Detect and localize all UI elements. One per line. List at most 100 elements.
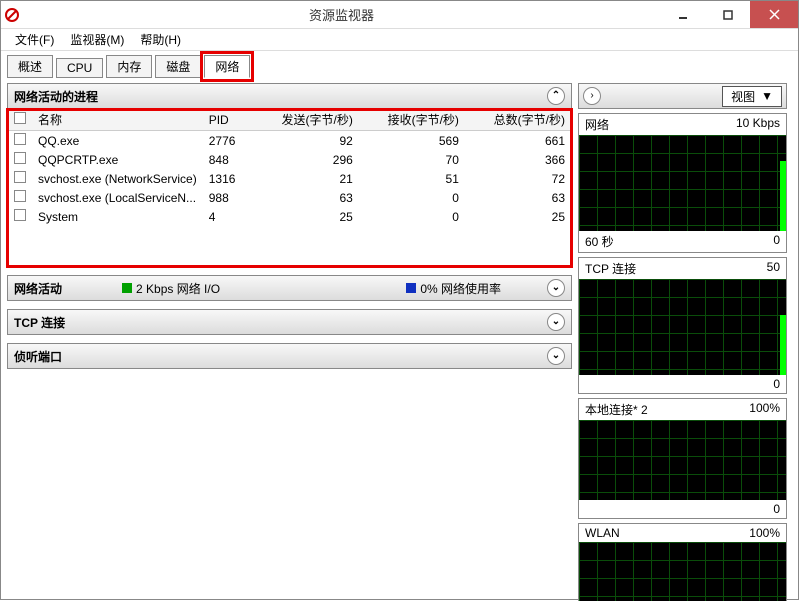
graph-scale: 50 [767,260,780,277]
cell-total: 25 [465,207,571,226]
graph-canvas [579,542,786,601]
cell-send: 63 [253,188,359,207]
row-checkbox[interactable] [14,171,26,183]
menu-monitor[interactable]: 监视器(M) [62,29,132,50]
graph-title: 网络 [585,116,609,133]
cell-recv: 569 [359,131,465,151]
graph-footer-right: 0 [773,377,780,391]
graph-title: 本地连接* 2 [585,401,648,418]
tab-row: 概述 CPU 内存 磁盘 网络 [1,53,798,77]
cell-send: 296 [253,150,359,169]
graph-footer-left: 60 秒 [585,233,614,250]
graph-footer-right: 0 [773,233,780,250]
graph-0: 网络 10 Kbps 60 秒 0 [578,113,787,253]
io-color-swatch [122,283,132,293]
collapse-toggle-processes[interactable]: ⌃ [547,87,565,105]
tab-disk[interactable]: 磁盘 [155,55,201,78]
cell-recv: 51 [359,169,465,188]
title-bar: 资源监视器 [1,1,798,29]
col-send[interactable]: 发送(字节/秒) [253,109,359,131]
table-row[interactable]: svchost.exe (LocalServiceN...98863063 [8,188,571,207]
tab-memory[interactable]: 内存 [106,55,152,78]
right-toolbar: › 视图 ▼ [578,83,787,109]
left-pane: 网络活动的进程 ⌃ 名称 PID 发送(字节/秒) 接收(字节/秒) 总数(字节 [1,77,578,601]
panel-processes: 网络活动的进程 ⌃ 名称 PID 发送(字节/秒) 接收(字节/秒) 总数(字节 [7,83,572,267]
graph-canvas [579,420,786,500]
graph-canvas [579,279,786,375]
cell-recv: 70 [359,150,465,169]
chevron-down-icon: ⌄ [552,283,560,293]
cell-total: 661 [465,131,571,151]
chevron-down-icon: ⌄ [552,317,560,327]
tab-overview[interactable]: 概述 [7,55,53,78]
cell-pid: 2776 [203,131,253,151]
panel-activity-title: 网络活动 [14,280,62,297]
panel-tcp: TCP 连接 ⌄ [7,309,572,335]
chevron-up-icon: ⌃ [552,91,560,101]
minimize-button[interactable] [660,1,705,28]
row-checkbox[interactable] [14,190,26,202]
panel-ports-header[interactable]: 侦听端口 ⌄ [7,343,572,369]
row-checkbox[interactable] [14,152,26,164]
graph-2: 本地连接* 2 100% 0 [578,398,787,519]
cell-name: System [32,207,203,226]
menu-help[interactable]: 帮助(H) [132,29,189,50]
checkbox-all[interactable] [14,112,26,124]
tab-cpu[interactable]: CPU [56,58,103,78]
table-row[interactable]: svchost.exe (NetworkService)1316215172 [8,169,571,188]
expand-toggle-ports[interactable]: ⌄ [547,347,565,365]
graph-3: WLAN 100% [578,523,787,601]
graph-1: TCP 连接500 [578,257,787,394]
graph-canvas [579,135,786,231]
table-row[interactable]: System425025 [8,207,571,226]
col-pid[interactable]: PID [203,109,253,131]
panel-tcp-title: TCP 连接 [14,314,65,331]
panel-activity: 网络活动 2 Kbps 网络 I/O 0% 网络使用率 ⌄ [7,275,572,301]
cell-pid: 1316 [203,169,253,188]
view-dropdown[interactable]: 视图 ▼ [722,86,782,107]
col-recv[interactable]: 接收(字节/秒) [359,109,465,131]
graph-scale: 100% [749,526,780,540]
cell-recv: 0 [359,188,465,207]
graph-footer-right: 0 [773,502,780,516]
table-row[interactable]: QQPCRTP.exe84829670366 [8,150,571,169]
cell-pid: 848 [203,150,253,169]
util-color-swatch [406,283,416,293]
process-table-container: 名称 PID 发送(字节/秒) 接收(字节/秒) 总数(字节/秒) QQ.exe… [7,109,572,267]
util-label: 0% 网络使用率 [420,280,501,297]
cell-send: 92 [253,131,359,151]
chevron-down-icon: ⌄ [552,351,560,361]
expand-toggle-tcp[interactable]: ⌄ [547,313,565,331]
app-icon [1,8,23,22]
row-checkbox[interactable] [14,209,26,221]
graph-title: WLAN [585,526,620,540]
expand-toggle-activity[interactable]: ⌄ [547,279,565,297]
col-name[interactable]: 名称 [32,109,203,131]
chevron-right-icon: › [590,91,593,101]
menu-file[interactable]: 文件(F) [7,29,62,50]
table-row[interactable]: QQ.exe277692569661 [8,131,571,151]
table-header-row: 名称 PID 发送(字节/秒) 接收(字节/秒) 总数(字节/秒) [8,109,571,131]
menu-bar: 文件(F) 监视器(M) 帮助(H) [1,29,798,51]
maximize-button[interactable] [705,1,750,28]
cell-send: 25 [253,207,359,226]
cell-name: QQ.exe [32,131,203,151]
panel-activity-header[interactable]: 网络活动 2 Kbps 网络 I/O 0% 网络使用率 ⌄ [7,275,572,301]
panel-processes-header[interactable]: 网络活动的进程 ⌃ [7,83,572,109]
close-button[interactable] [750,1,798,28]
process-table: 名称 PID 发送(字节/秒) 接收(字节/秒) 总数(字节/秒) QQ.exe… [8,109,571,226]
row-checkbox[interactable] [14,133,26,145]
col-total[interactable]: 总数(字节/秒) [465,109,571,131]
window-title: 资源监视器 [23,5,660,24]
tab-network[interactable]: 网络 [204,55,250,78]
graph-scale: 10 Kbps [736,116,780,133]
cell-name: svchost.exe (NetworkService) [32,169,203,188]
io-label: 2 Kbps 网络 I/O [136,280,220,297]
activity-io: 2 Kbps 网络 I/O [122,280,220,297]
graph-scale: 100% [749,401,780,418]
view-dropdown-label: 视图 [731,88,755,105]
panel-ports: 侦听端口 ⌄ [7,343,572,369]
panel-tcp-header[interactable]: TCP 连接 ⌄ [7,309,572,335]
collapse-right-button[interactable]: › [583,87,601,105]
cell-send: 21 [253,169,359,188]
